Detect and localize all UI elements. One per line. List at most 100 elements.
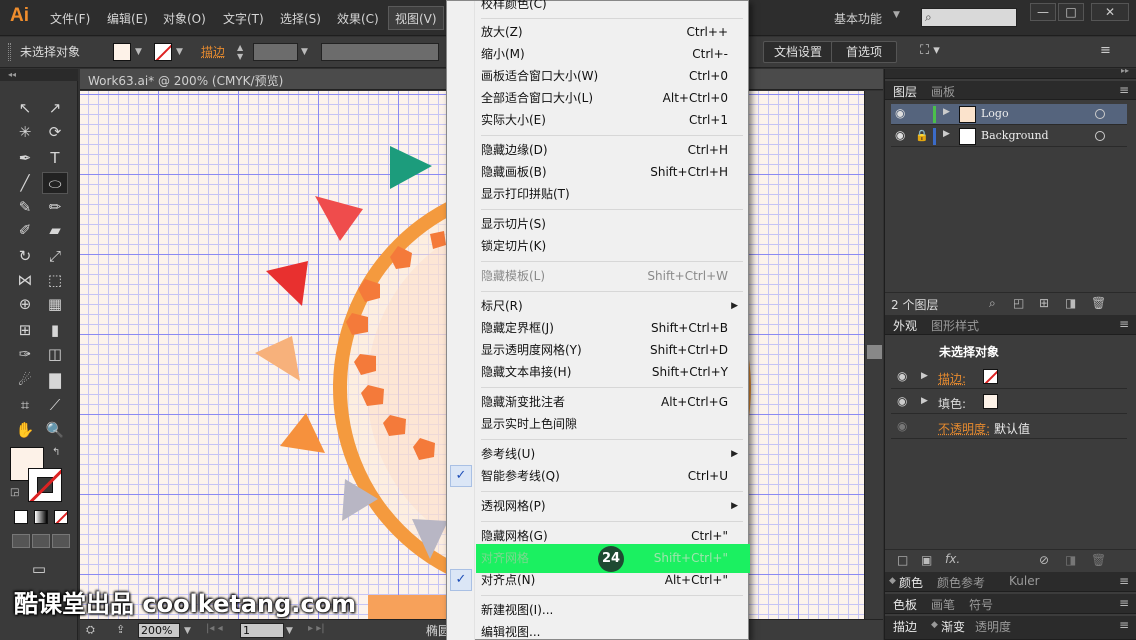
stroke-weight-field[interactable] (253, 43, 298, 61)
ellipse-tool-icon[interactable]: ⬭ (42, 172, 68, 194)
scale-tool-icon[interactable]: ⤢ (42, 245, 68, 267)
menu-item-zoom-out[interactable]: 缩小(M) Ctrl+- (476, 43, 748, 65)
layer-row-logo[interactable]: ◉ ▶ Logo (891, 104, 1127, 125)
chevron-up-icon[interactable]: ◆ (889, 576, 896, 586)
menu-item-smart-guides[interactable]: 智能参考线(Q) Ctrl+U (476, 465, 748, 487)
blend-tool-icon[interactable]: ◫ (42, 343, 68, 365)
fill-swatch[interactable] (113, 43, 131, 61)
rotate-tool-icon[interactable]: ↻ (12, 245, 38, 267)
appearance-stroke-row[interactable]: ◉ ▶ 描边: (891, 365, 1127, 389)
chevron-down-icon[interactable]: ▼ (301, 47, 308, 57)
maximize-button[interactable]: □ (1058, 3, 1084, 21)
menu-item-guides[interactable]: 参考线(U) ▶ (476, 443, 748, 465)
line-tool-icon[interactable]: ╱ (12, 172, 38, 194)
menu-item-zoom-in[interactable]: 放大(Z) Ctrl++ (476, 21, 748, 43)
stroke-color-box[interactable] (28, 468, 62, 502)
menu-select[interactable]: 选择(S) (280, 10, 321, 27)
none-mode-icon[interactable] (54, 510, 68, 524)
new-layer-icon[interactable]: ◨ (1065, 296, 1076, 310)
menu-item-perspective-grid[interactable]: 透视网格(P) ▶ (476, 495, 748, 517)
free-transform-tool-icon[interactable]: ⬚ (42, 269, 68, 291)
tab-artboards[interactable]: 画板 (931, 83, 955, 100)
menu-effect[interactable]: 效果(C) (337, 10, 379, 27)
collapse-icon[interactable]: ▸▸ (1121, 66, 1129, 75)
expand-icon[interactable]: ▶ (921, 396, 928, 406)
tab-graphic-styles[interactable]: 图形样式 (931, 317, 979, 334)
rotate-view-icon[interactable]: ⛭ (86, 623, 95, 637)
tab-color[interactable]: 颜色 (899, 574, 923, 591)
panel-menu-icon[interactable]: ≡ (1100, 43, 1111, 58)
add-fill-icon[interactable]: ▣ (921, 553, 932, 567)
arrange-icon[interactable]: ⛶ ▾ (920, 43, 940, 58)
target-icon[interactable] (1095, 131, 1105, 141)
panel-menu-icon[interactable]: ≡ (1119, 596, 1129, 610)
lock-icon[interactable]: 🔒 (915, 129, 929, 142)
menu-item-live-paint-gaps[interactable]: 显示实时上色间隙 (476, 413, 748, 435)
close-button[interactable]: ✕ (1091, 3, 1129, 21)
panel-menu-icon[interactable]: ≡ (1119, 574, 1129, 588)
preferences-button[interactable]: 首选项 (831, 41, 898, 63)
menu-item-hide-bounding-box[interactable]: 隐藏定界框(J) Shift+Ctrl+B (476, 317, 748, 339)
direct-selection-tool-icon[interactable]: ↗ (42, 97, 68, 119)
tab-appearance[interactable]: 外观 (893, 317, 917, 334)
eyedropper-tool-icon[interactable]: ✑ (12, 343, 38, 365)
workspace-switcher[interactable]: 基本功能 (834, 10, 882, 27)
slice-tool-icon[interactable]: ⟋ (42, 394, 68, 416)
stroke-label[interactable]: 描边 (201, 43, 225, 60)
search-input[interactable]: ⌕ (921, 8, 1017, 27)
menu-item-new-view[interactable]: 新建视图(I)... (476, 599, 748, 621)
gradient-mode-icon[interactable] (34, 510, 48, 524)
menu-edit[interactable]: 编辑(E) (107, 10, 148, 27)
artboard-field[interactable]: 1 (240, 623, 284, 638)
minimize-button[interactable]: — (1030, 3, 1056, 21)
menu-view[interactable]: 视图(V) (388, 6, 444, 30)
appearance-opacity-row[interactable]: ◉ 不透明度: 默认值 (891, 415, 1127, 439)
symbol-sprayer-tool-icon[interactable]: ☄ (12, 369, 38, 391)
first-artboard-icon[interactable]: |◂ ◂ (206, 623, 223, 634)
pen-tool-icon[interactable]: ✒ (12, 147, 38, 169)
tab-color-guide[interactable]: 颜色参考 (937, 574, 985, 591)
zoom-tool-icon[interactable]: 🔍 (42, 419, 68, 441)
menu-item-proof-colors[interactable]: 校样颜色(C) (476, 0, 748, 15)
trash-icon[interactable]: 🗑 (1091, 296, 1106, 310)
eye-icon[interactable]: ◉ (895, 106, 905, 120)
menu-item-hide-text-threads[interactable]: 隐藏文本串接(H) Shift+Ctrl+Y (476, 361, 748, 383)
type-tool-icon[interactable]: T (42, 147, 68, 169)
clipping-mask-icon[interactable]: ◰ (1013, 296, 1024, 310)
chevron-down-icon[interactable]: ▼ (135, 47, 142, 57)
expand-icon[interactable]: ▶ (943, 129, 950, 139)
stroke-swatch[interactable] (983, 369, 998, 384)
menu-item-hide-gradient-annotator[interactable]: 隐藏渐变批注者 Alt+Ctrl+G (476, 391, 748, 413)
chevron-down-icon[interactable]: ▼ (176, 47, 183, 57)
clear-appearance-icon[interactable]: ⊘ (1039, 553, 1049, 567)
gradient-tool-icon[interactable]: ▮ (42, 319, 68, 341)
stepper-icon[interactable]: ▲ ▼ (237, 43, 243, 61)
menu-item-rulers[interactable]: 标尺(R) ▶ (476, 295, 748, 317)
stroke-swatch[interactable] (154, 43, 172, 61)
eraser-tool-icon[interactable]: ▰ (42, 219, 68, 241)
panel-menu-icon[interactable]: ≡ (1119, 83, 1129, 97)
document-setup-button[interactable]: 文档设置 (763, 41, 834, 63)
expand-icon[interactable]: ▶ (921, 371, 928, 381)
tab-kuler[interactable]: Kuler (1009, 574, 1040, 588)
tab-transparency[interactable]: 透明度 (975, 618, 1011, 635)
draw-inside-icon[interactable] (52, 534, 70, 548)
opacity-label[interactable]: 不透明度: (938, 420, 990, 437)
fill-swatch[interactable] (983, 394, 998, 409)
trash-icon[interactable]: 🗑 (1091, 553, 1106, 567)
chevron-down-icon[interactable]: ▼ (184, 626, 191, 636)
add-stroke-icon[interactable]: □ (897, 553, 908, 567)
shape-builder-tool-icon[interactable]: ⊕ (12, 293, 38, 315)
draw-behind-icon[interactable] (32, 534, 50, 548)
variable-width-dropdown[interactable] (321, 43, 439, 61)
eye-icon[interactable]: ◉ (897, 369, 907, 383)
menu-item-snap-to-point[interactable]: 对齐点(N) Alt+Ctrl+" (476, 569, 748, 591)
artboard-tool-icon[interactable]: ⌗ (12, 394, 38, 416)
tab-brushes[interactable]: 画笔 (931, 596, 955, 613)
target-icon[interactable] (1095, 109, 1105, 119)
layer-row-background[interactable]: ◉ 🔒 ▶ Background (891, 126, 1127, 147)
menu-item-actual-size[interactable]: 实际大小(E) Ctrl+1 (476, 109, 748, 131)
chevron-down-icon[interactable]: ▼ (286, 626, 293, 636)
appearance-fill-row[interactable]: ◉ ▶ 填色: (891, 390, 1127, 414)
menu-item-transparency-grid[interactable]: 显示透明度网格(Y) Shift+Ctrl+D (476, 339, 748, 361)
